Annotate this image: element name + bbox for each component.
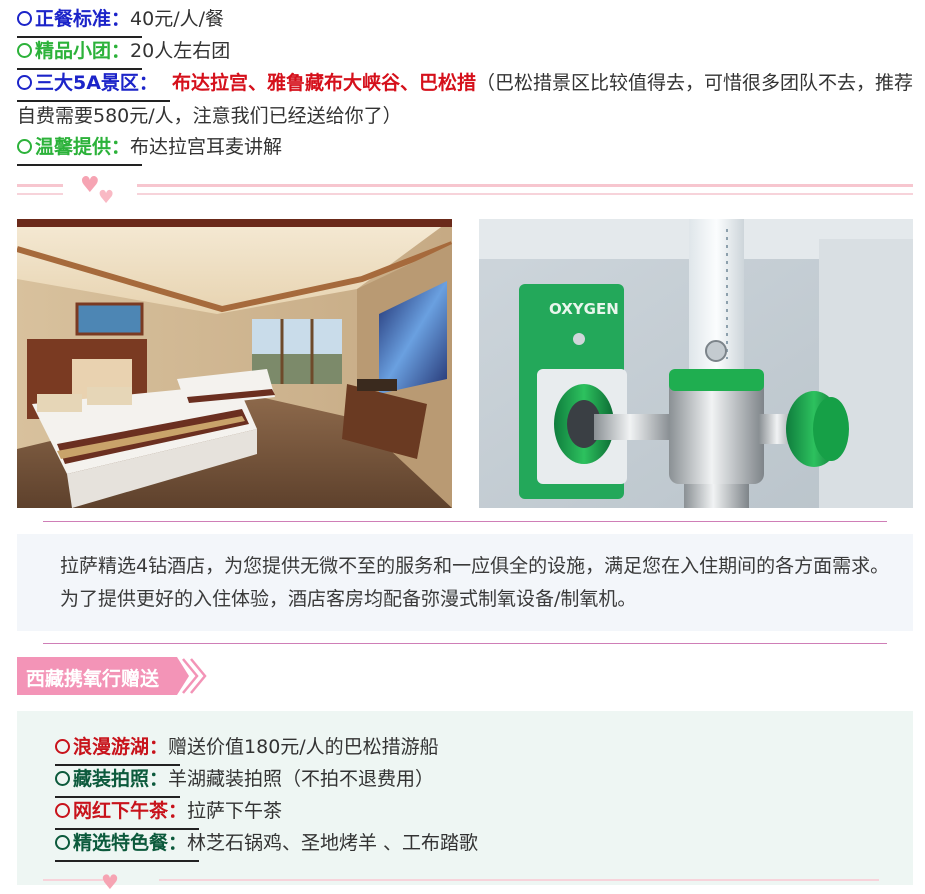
gift-meal-value: 林芝石锅鸡、圣地烤羊 、工布踏歌 <box>187 832 479 854</box>
oxygen-regulator-image: OXYGEN <box>479 219 913 508</box>
meal-standard-value: 40元/人/餐 <box>130 8 224 30</box>
hotel-note-text: 拉萨精选4钻酒店，为您提供无微不至的服务和一应俱全的设施，满足您在入住期间的各方… <box>60 555 890 610</box>
warm-provide-label: 温馨提供： <box>17 131 143 166</box>
gift-lake-label: 浪漫游湖： <box>55 731 181 766</box>
hotel-room-image <box>17 219 452 508</box>
divider-line <box>43 521 887 522</box>
meal-standard-label: 正餐标准： <box>17 3 143 38</box>
gift-lake-value: 赠送价值180元/人的巴松措游船 <box>168 736 439 758</box>
feature-small-group: 精品小团：20人左右团 <box>17 35 231 70</box>
circle-bullet-icon <box>55 835 70 850</box>
oxygen-sign-text: OXYGEN <box>549 300 619 318</box>
small-group-label: 精品小团： <box>17 35 143 70</box>
circle-bullet-icon <box>17 43 32 58</box>
circle-bullet-icon <box>55 771 70 786</box>
feature-warm-provide: 温馨提供：布达拉宫耳麦讲解 <box>17 131 283 166</box>
hotel-note-box: 拉萨精选4钻酒店，为您提供无微不至的服务和一应俱全的设施，满足您在入住期间的各方… <box>17 534 913 631</box>
divider-line-right-thin <box>137 193 913 195</box>
heart-icon: ♥ <box>101 870 119 894</box>
feature-5a-scenic: 三大5A景区： 布达拉宫、雅鲁藏布大峡谷、巴松措（巴松措景区比较值得去，可惜很多团… <box>17 67 917 132</box>
divider-line-right-thin <box>159 879 879 881</box>
gift-list-box: 浪漫游湖：赠送价值180元/人的巴松措游船 藏装拍照：羊湖藏装拍照（不拍不退费用… <box>17 711 913 893</box>
gift-meal-label: 精选特色餐： <box>55 827 200 862</box>
divider-line-left-thin <box>17 193 63 195</box>
warm-provide-value: 布达拉宫耳麦讲解 <box>130 136 283 158</box>
small-group-value: 20人左右团 <box>130 40 231 62</box>
gift-photo-value: 羊湖藏装拍照（不拍不退费用） <box>168 768 435 790</box>
gift-tea-label: 网红下午茶： <box>55 795 200 830</box>
divider-line <box>43 643 887 644</box>
gift-item-lake: 浪漫游湖：赠送价值180元/人的巴松措游船 <box>55 731 439 766</box>
gift-item-meal: 精选特色餐：林芝石锅鸡、圣地烤羊 、工布踏歌 <box>55 827 479 862</box>
gift-section-title: 西藏携氧行赠送 <box>26 668 160 690</box>
gift-item-tea: 网红下午茶：拉萨下午茶 <box>55 795 283 830</box>
heart-icon: ♥ <box>80 173 100 198</box>
circle-bullet-icon <box>55 803 70 818</box>
circle-bullet-icon <box>17 139 32 154</box>
feature-meal-standard: 正餐标准：40元/人/餐 <box>17 3 224 38</box>
heart-icon: ♥ <box>98 187 115 208</box>
gift-item-photo: 藏装拍照：羊湖藏装拍照（不拍不退费用） <box>55 763 435 798</box>
scenic-label: 三大5A景区： <box>17 67 170 102</box>
circle-bullet-icon <box>17 75 32 90</box>
circle-bullet-icon <box>17 11 32 26</box>
divider-line-left <box>17 184 63 187</box>
scenic-highlight: 布达拉宫、雅鲁藏布大峡谷、巴松措 <box>171 72 476 94</box>
gift-photo-label: 藏装拍照： <box>55 763 181 798</box>
gift-tea-value: 拉萨下午茶 <box>187 800 283 822</box>
divider-line-left-thin <box>43 879 103 881</box>
divider-line-right <box>137 184 913 187</box>
circle-bullet-icon <box>55 739 70 754</box>
